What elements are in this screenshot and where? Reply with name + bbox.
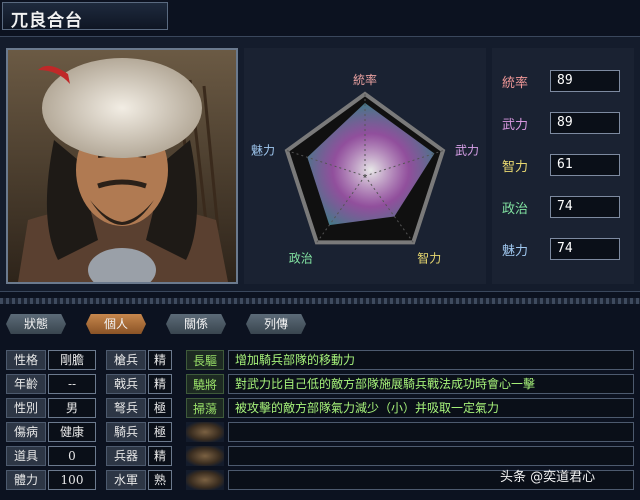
aptitude-row-navy: 水軍 熟 — [106, 470, 172, 490]
stat-label: 政治 — [502, 201, 529, 217]
stat-row-command: 統率 89 — [502, 70, 620, 92]
aptitude-value: 精 — [148, 350, 172, 370]
ability-radar-chart: 統率 武力 智力 政治 魅力 — [244, 48, 486, 284]
empty-skill-slot-icon — [186, 470, 224, 490]
radar-svg: 統率 武力 智力 政治 魅力 — [251, 72, 479, 265]
aptitude-label: 兵器 — [106, 446, 146, 466]
aptitude-label: 槍兵 — [106, 350, 146, 370]
attr-value: 0 — [48, 446, 96, 466]
aptitude-row-spear: 槍兵 精 — [106, 350, 172, 370]
attr-value: 健康 — [48, 422, 96, 442]
aptitude-value: 熟 — [148, 470, 172, 490]
stat-label: 武力 — [502, 117, 529, 133]
stat-row-intel: 智力 61 — [502, 154, 620, 176]
aptitude-label: 水軍 — [106, 470, 146, 490]
attr-label: 性格 — [6, 350, 46, 370]
stat-value: 89 — [550, 112, 620, 134]
skill-name: 長驅 — [186, 350, 224, 370]
aptitude-label: 戟兵 — [106, 374, 146, 394]
stat-value: 89 — [550, 70, 620, 92]
officer-name: 兀良合台 — [2, 2, 168, 31]
stat-value: 74 — [550, 196, 620, 218]
attr-row-personality: 性格 剛膽 — [6, 350, 96, 370]
attr-label: 道具 — [6, 446, 46, 466]
aptitude-value: 精 — [148, 374, 172, 394]
attr-row-stamina: 體力 100 — [6, 470, 96, 490]
skill-row-empty[interactable] — [186, 446, 634, 466]
stat-label: 魅力 — [502, 243, 529, 259]
stat-row-force: 武力 89 — [502, 112, 620, 134]
skill-description — [228, 422, 634, 442]
tab-relations[interactable]: 關係 — [166, 314, 226, 334]
stat-value: 74 — [550, 238, 620, 260]
skill-name: 驍將 — [186, 374, 224, 394]
attr-row-age: 年齡 -- — [6, 374, 96, 394]
stat-value: 61 — [550, 154, 620, 176]
skill-description: 被攻擊的敵方部隊氣力減少（小）并吸取一定氣力 — [228, 398, 634, 418]
radar-label-intel: 智力 — [417, 250, 441, 265]
attr-value: 剛膽 — [48, 350, 96, 370]
aptitude-value: 極 — [148, 422, 172, 442]
skill-row[interactable]: 驍將 對武力比自己低的敵方部隊施展騎兵戰法成功時會心一擊 — [186, 374, 634, 394]
aptitude-label: 騎兵 — [106, 422, 146, 442]
attr-label: 傷病 — [6, 422, 46, 442]
portrait-image — [8, 50, 236, 282]
aptitude-row-crossbow: 弩兵 極 — [106, 398, 172, 418]
attr-label: 年齡 — [6, 374, 46, 394]
attr-label: 體力 — [6, 470, 46, 490]
radar-label-command: 統率 — [353, 72, 377, 87]
aptitude-label: 弩兵 — [106, 398, 146, 418]
stats-panel: 統率 89 武力 89 智力 61 政治 74 魅力 74 — [492, 48, 634, 284]
attr-row-items: 道具 0 — [6, 446, 96, 466]
aptitude-value: 精 — [148, 446, 172, 466]
aptitude-row-halberd: 戟兵 精 — [106, 374, 172, 394]
skill-description: 對武力比自己低的敵方部隊施展騎兵戰法成功時會心一擊 — [228, 374, 634, 394]
skill-description — [228, 446, 634, 466]
skill-name: 掃蕩 — [186, 398, 224, 418]
tab-biography[interactable]: 列傳 — [246, 314, 306, 334]
section-divider — [0, 298, 640, 304]
officer-portrait — [6, 48, 238, 284]
skill-row-empty[interactable] — [186, 422, 634, 442]
aptitude-value: 極 — [148, 398, 172, 418]
source-watermark: 头条 @奕道君心 — [500, 470, 596, 485]
empty-skill-slot-icon — [186, 422, 224, 442]
skill-row[interactable]: 掃蕩 被攻擊的敵方部隊氣力減少（小）并吸取一定氣力 — [186, 398, 634, 418]
radar-label-politics: 政治 — [289, 251, 313, 265]
aptitude-row-cavalry: 騎兵 極 — [106, 422, 172, 442]
skill-description: 增加騎兵部隊的移動力 — [228, 350, 634, 370]
attr-value: -- — [48, 374, 96, 394]
radar-label-charm: 魅力 — [251, 143, 275, 158]
attr-row-gender: 性別 男 — [6, 398, 96, 418]
tab-status[interactable]: 狀態 — [6, 314, 66, 334]
empty-skill-slot-icon — [186, 446, 224, 466]
stat-label: 統率 — [502, 75, 529, 91]
stat-row-charm: 魅力 74 — [502, 238, 620, 260]
tab-personal[interactable]: 個人 — [86, 314, 146, 334]
attr-row-injury: 傷病 健康 — [6, 422, 96, 442]
aptitude-row-siege: 兵器 精 — [106, 446, 172, 466]
radar-label-force: 武力 — [455, 144, 479, 158]
stat-row-politics: 政治 74 — [502, 196, 620, 218]
attr-label: 性別 — [6, 398, 46, 418]
attr-value: 男 — [48, 398, 96, 418]
attr-value: 100 — [48, 470, 96, 490]
skill-row[interactable]: 長驅 增加騎兵部隊的移動力 — [186, 350, 634, 370]
stat-label: 智力 — [502, 159, 529, 175]
